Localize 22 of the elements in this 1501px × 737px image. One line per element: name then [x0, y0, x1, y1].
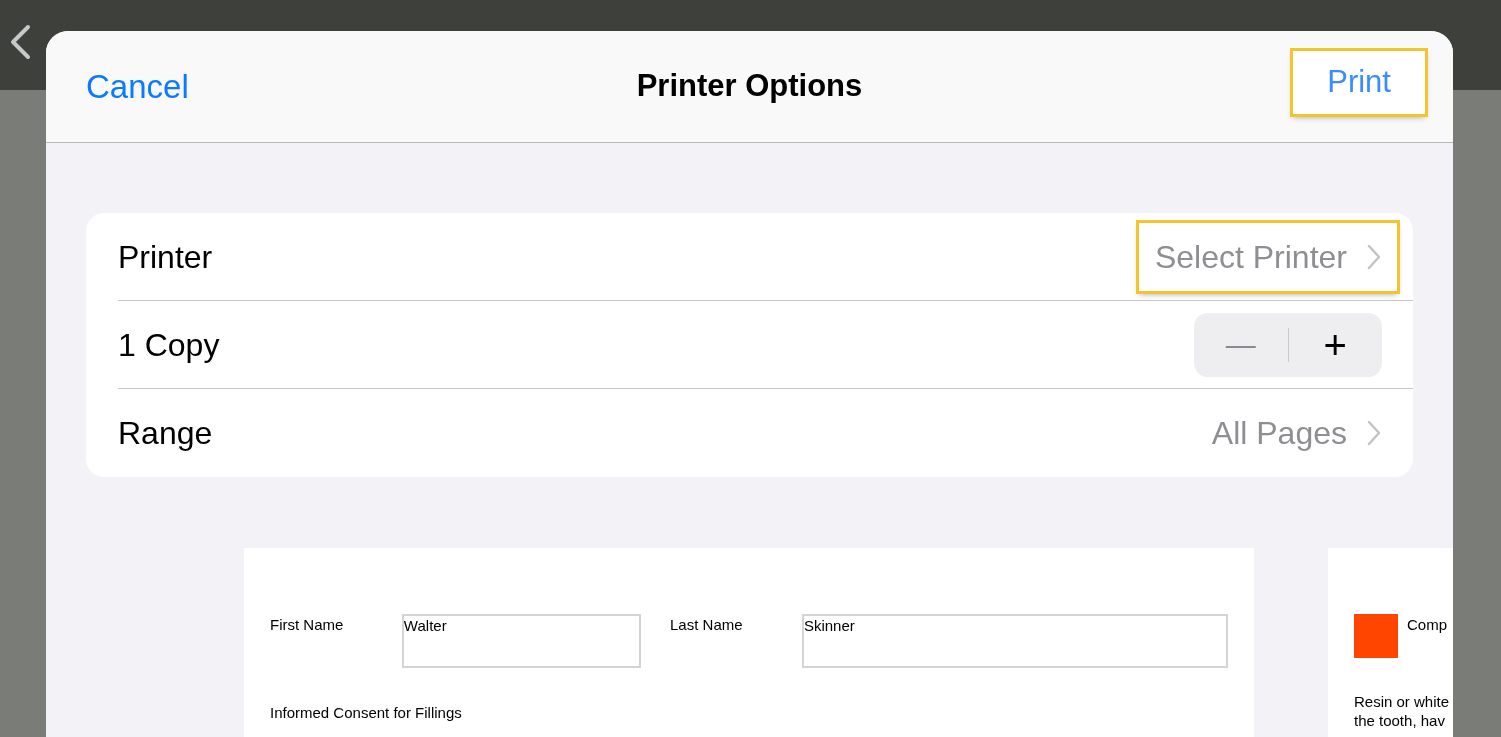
option-label: Range [118, 414, 213, 453]
option-value-button[interactable]: All Pages [1211, 409, 1381, 457]
increment-button[interactable]: + [1288, 324, 1382, 365]
color-swatch [1354, 614, 1398, 658]
paragraph-line: Resin or white [1354, 692, 1451, 711]
document-heading: Informed Consent for Fillings [270, 703, 463, 723]
option-label: Printer [118, 237, 213, 277]
chevron-right-icon [1367, 243, 1381, 270]
chevron-right-icon [1367, 420, 1381, 446]
form-field: Skinner [801, 614, 1228, 668]
paragraph-line: the tooth, hav [1354, 711, 1446, 730]
decrement-button[interactable]: — [1194, 322, 1288, 367]
dialog-title: Printer Options [636, 67, 863, 106]
back-chevron-icon[interactable] [8, 24, 32, 60]
field-label: First Name [270, 615, 345, 635]
print-button[interactable]: Print [1293, 51, 1425, 114]
option-value-button[interactable]: Select Printer [1138, 222, 1397, 291]
section-label: Comp [1407, 615, 1447, 635]
form-field: Walter [401, 614, 642, 668]
cancel-button[interactable]: Cancel [86, 61, 189, 112]
option-label: 1 Copy [118, 325, 220, 365]
field-label: Last Name [670, 615, 744, 635]
